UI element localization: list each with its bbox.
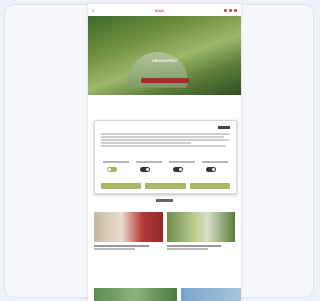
modal-close-button[interactable]: [218, 126, 230, 129]
article-image: [166, 212, 235, 242]
header-icons: [224, 8, 237, 12]
language-icon[interactable]: [234, 8, 237, 12]
cookie-toggles: [101, 161, 230, 175]
search-icon[interactable]: [229, 8, 232, 12]
modal-buttons: [101, 183, 230, 189]
heart-icon[interactable]: [224, 8, 227, 12]
hero-banner: Découvrez: [88, 16, 241, 95]
toggle-marketing[interactable]: [200, 161, 230, 175]
article-card[interactable]: [94, 212, 163, 250]
bottom-image[interactable]: [94, 288, 178, 301]
toggle-preferences[interactable]: [134, 161, 164, 175]
accept-all-button[interactable]: [189, 183, 230, 189]
top-navigation: ≡ Visit: [88, 4, 241, 16]
article-cards: [94, 212, 235, 250]
reject-button[interactable]: [101, 183, 142, 189]
save-selection-button[interactable]: [145, 183, 186, 189]
menu-icon[interactable]: ≡: [92, 8, 94, 13]
bottom-image[interactable]: [181, 288, 241, 301]
article-image: [94, 212, 163, 242]
toggle-statistics[interactable]: [167, 161, 197, 175]
modal-body-text: [101, 133, 229, 148]
hero-cta-button[interactable]: [141, 78, 189, 83]
cookie-consent-modal: [94, 120, 237, 194]
hero-title: Découvrez: [151, 58, 178, 63]
site-logo[interactable]: Visit: [154, 8, 163, 13]
article-card[interactable]: [166, 212, 235, 250]
bottom-image-row: [94, 288, 241, 301]
toggle-necessary[interactable]: [101, 161, 131, 175]
pagination-indicator[interactable]: [156, 199, 173, 202]
website-page: ≡ Visit Découvrez: [88, 4, 241, 301]
